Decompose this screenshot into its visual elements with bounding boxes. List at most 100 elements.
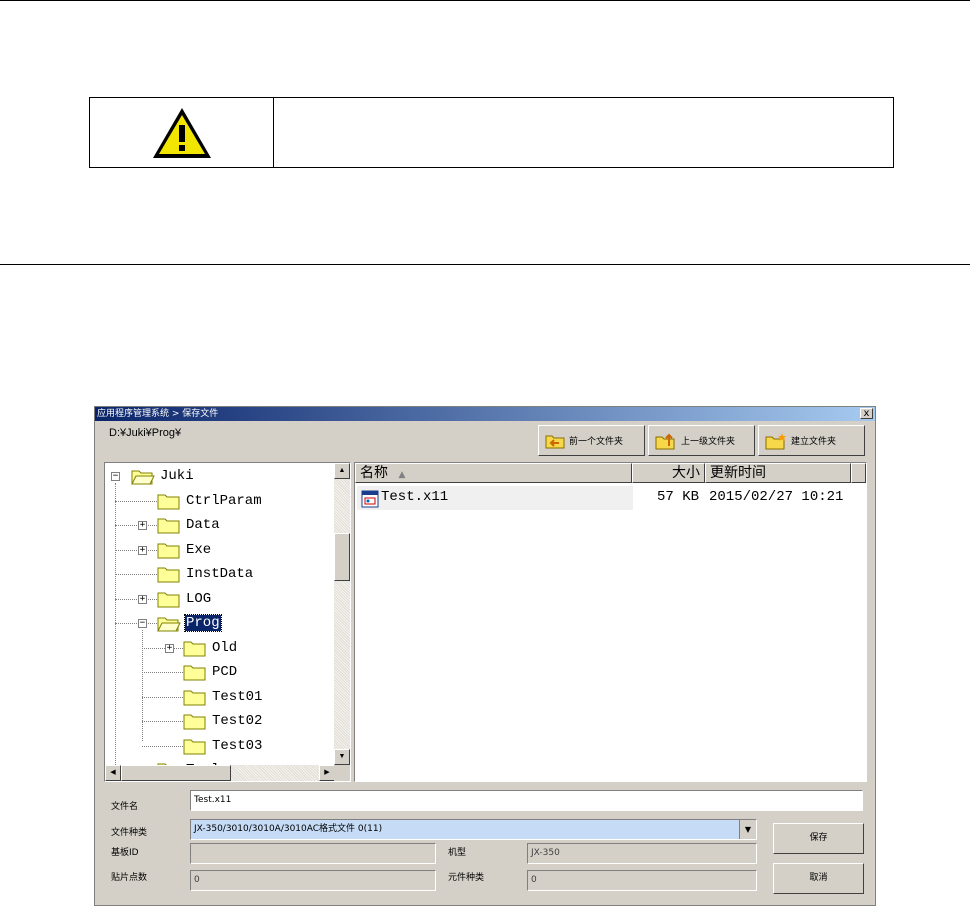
tree-node[interactable]: Exe [157,539,212,561]
component-types-label: 元件种类 [448,873,485,883]
column-modified-label: 更新时间 [710,465,766,481]
caution-icon-cell [90,98,274,167]
current-path: D:¥Juki¥Prog¥ [109,427,182,439]
new-folder-label: 建立文件夹 [791,437,837,447]
tree-node[interactable]: LOG [157,588,212,610]
folder-icon [183,690,206,705]
tree-node[interactable]: Test01 [183,686,263,708]
folder-tree[interactable]: − Juki CtrlParam + Data + Exe InstData + LOG − Prog… [104,462,351,782]
filetype-select[interactable]: JX-350/3010/3010A/3010AC格式文件 0(11) ▼ [190,819,757,840]
caution-text-cell [274,98,893,167]
expand-plus-icon[interactable]: + [138,594,147,604]
expand-plus-icon[interactable]: + [138,521,147,530]
tree-node-label: PCD [212,664,238,680]
file-row[interactable]: Test.x11 57 KB 2015/02/27 10:21 [357,486,865,510]
tree-node-label: Exe [186,541,212,558]
open-folder-icon [131,470,155,485]
folder-icon [157,543,180,558]
filename-field[interactable]: Test.x11 [190,790,863,811]
tree-node[interactable]: Test03 [183,735,263,757]
filename-label: 文件名 [111,802,139,812]
dialog-titlebar: 应用程序管理系统 > 保存文件 x [95,407,875,421]
tree-node[interactable]: CtrlParam [157,490,263,512]
dialog-title: 应用程序管理系统 > 保存文件 [97,409,219,419]
expand-plus-icon[interactable]: + [138,545,147,555]
scroll-up-arrow-icon[interactable]: ▲ [334,463,350,479]
folder-icon [157,494,180,509]
section-rule [0,264,970,265]
expand-plus-icon[interactable]: + [165,643,174,653]
tree-node[interactable]: Prog [157,612,222,634]
tree-node[interactable]: Test02 [183,710,263,732]
column-header-size[interactable]: 大小 [632,463,705,483]
warning-icon [152,107,211,158]
collapse-minus-icon[interactable]: − [111,472,120,481]
folder-icon [183,739,206,754]
tree-branch-line [115,525,157,526]
tree-node-label: Test02 [212,713,263,729]
placement-count-field: 0 [190,870,436,891]
tree-node-label: Juki [160,468,194,484]
tree-node-label: CtrlParam [186,492,262,509]
tree-branch-line [115,598,157,600]
open-folder-icon [157,617,181,632]
close-button[interactable]: x [860,408,873,419]
tree-node-label: LOG [186,590,212,607]
dropdown-arrow-icon[interactable]: ▼ [739,820,756,839]
tree-node[interactable]: InstData [157,563,254,585]
file-size: 57 KB [657,489,700,505]
caution-box [89,97,894,168]
column-header-name[interactable]: 名称 ▲ [355,463,632,483]
file-name: Test.x11 [381,489,449,505]
scroll-right-arrow-icon[interactable]: ▶ [319,765,335,781]
filetype-value: JX-350/3010/3010A/3010AC格式文件 0(11) [194,824,383,834]
save-button[interactable]: 保存 [773,823,864,854]
collapse-minus-icon[interactable]: − [138,619,147,628]
vertical-scroll-thumb[interactable] [334,533,350,581]
file-list[interactable]: 名称 ▲ 大小 更新时间 Test.x11 57 KB 2015/02/27 1… [354,462,867,782]
board-id-field [190,843,436,864]
tree-node[interactable]: Old [183,637,238,659]
filetype-label: 文件种类 [111,828,148,838]
component-types-field: 0 [527,870,757,891]
tree-branch-line [115,623,157,624]
column-header-modified[interactable]: 更新时间 [705,463,851,483]
model-field: JX-350 [527,843,757,864]
tree-branch-line [142,696,183,698]
tree-branch-line [142,745,183,747]
horizontal-scroll-thumb[interactable] [121,765,231,781]
folder-up-icon [655,433,675,449]
folder-back-icon [545,435,565,448]
save-file-dialog: 应用程序管理系统 > 保存文件 x D:¥Juki¥Prog¥ 前一个文件夹 上… [94,406,876,906]
tree-vertical-scrollbar[interactable]: ▲ ▼ [334,463,350,765]
tree-node-label: InstData [186,566,254,582]
back-folder-button[interactable]: 前一个文件夹 [538,425,645,456]
tree-branch-line [115,549,157,551]
model-label: 机型 [448,848,467,858]
new-folder-icon [765,432,786,449]
tree-branch-line [115,500,157,502]
tree-node[interactable]: Data [157,514,221,536]
tree-node[interactable]: PCD [183,661,238,683]
x11-file-icon [361,490,379,508]
sort-ascending-icon: ▲ [398,470,406,480]
cancel-button[interactable]: 取消 [773,863,864,894]
scroll-left-arrow-icon[interactable]: ◀ [105,765,121,781]
tree-branch-line [142,647,183,649]
tree-branch-line [142,721,183,722]
scroll-corner [334,765,350,781]
board-id-label: 基板ID [111,848,139,858]
new-folder-button[interactable]: 建立文件夹 [758,425,865,456]
up-folder-button[interactable]: 上一级文件夹 [648,425,755,456]
tree-horizontal-scrollbar[interactable]: ◀ ▶ [105,765,335,781]
tree-node-label: Prog [184,614,222,632]
tree-node-label: Test01 [212,688,263,705]
placement-count-label: 贴片点数 [111,873,148,883]
tree-node[interactable]: Juki [131,465,195,487]
scroll-down-arrow-icon[interactable]: ▼ [334,749,350,765]
tree-branch-line [115,574,157,575]
tree-node-label: Data [186,517,220,533]
top-rule [0,0,970,1]
folder-icon [183,714,206,730]
column-header-filler [851,463,866,483]
